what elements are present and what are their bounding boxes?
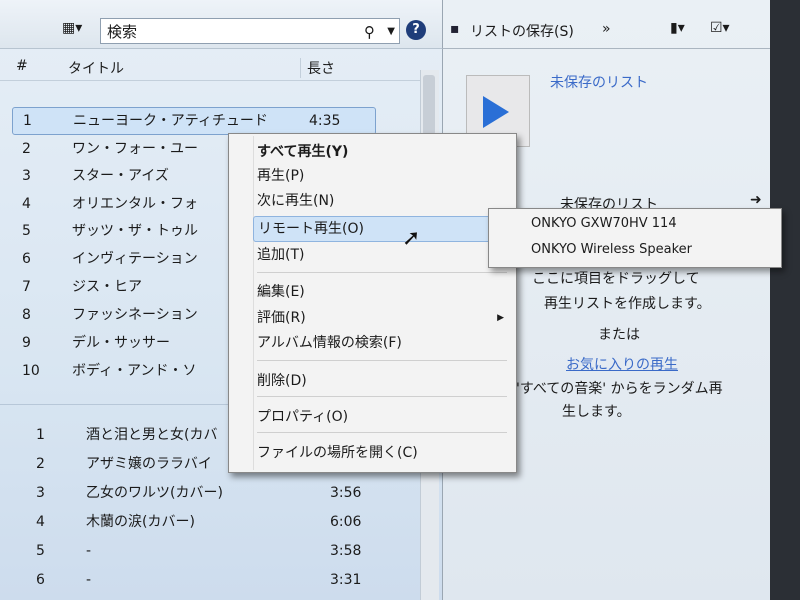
drag-hint-1: ここに項目をドラッグして [532, 271, 700, 287]
track-row[interactable]: 4 木蘭の涙(カバー) 6:06 [0, 509, 420, 535]
track-number: 3 [36, 485, 45, 501]
track-title: ニューヨーク・アティチュード [73, 113, 268, 129]
track-title: 乙女のワルツ(カバー) [86, 485, 223, 501]
col-num[interactable]: # [16, 58, 28, 74]
col-length[interactable]: 長さ [300, 58, 335, 78]
track-row[interactable]: 6 - 3:31 [0, 567, 420, 593]
track-title: ザッツ・ザ・トゥル [72, 223, 198, 239]
remote-play-submenu: ONKYO GXW70HV 114 ONKYO Wireless Speaker [488, 208, 782, 268]
track-number: 4 [22, 196, 31, 212]
view-options-icon[interactable]: ▦▾ [62, 20, 82, 36]
track-title: ジス・ヒア [72, 279, 142, 295]
track-number: 4 [36, 514, 45, 530]
chevron-down-icon[interactable]: ▼ [387, 19, 395, 45]
track-title: - [86, 572, 92, 588]
menu-rate[interactable]: 評価(R) ▶ [253, 306, 512, 330]
track-number: 10 [22, 363, 40, 379]
menu-play[interactable]: 再生(P) [253, 164, 512, 188]
track-number: 2 [36, 456, 45, 472]
menu-open-file-location[interactable]: ファイルの場所を開く(C) [253, 441, 512, 465]
track-number: 5 [22, 223, 31, 239]
track-title: 木蘭の涙(カバー) [86, 514, 195, 530]
track-number: 7 [22, 279, 31, 295]
screen-bezel [770, 0, 800, 600]
track-title: スター・アイズ [72, 168, 169, 184]
shuffle-hint-2: 生します。 [562, 404, 631, 420]
play-favorites-link[interactable]: お気に入りの再生 [566, 354, 678, 374]
track-row[interactable]: 3 乙女のワルツ(カバー) 3:56 [0, 480, 420, 506]
menu-add[interactable]: 追加(T)▶ [253, 243, 512, 267]
list-toolbar: ▪ リストの保存(S) » ▮▾ ☑▾ [442, 16, 770, 48]
separator [257, 396, 507, 397]
track-number: 6 [36, 572, 45, 588]
divider [442, 48, 770, 49]
track-title: デル・サッサー [72, 335, 170, 351]
device-item[interactable]: ONKYO GXW70HV 114 [531, 216, 677, 231]
unsaved-list-title[interactable]: 未保存のリスト [550, 72, 648, 92]
menu-add-label: 追加(T) [257, 247, 305, 263]
track-length: 3:31 [330, 572, 362, 588]
save-list-button[interactable]: リストの保存(S) [470, 21, 574, 41]
track-number: 2 [22, 141, 31, 157]
track-title: オリエンタル・フォ [72, 196, 198, 212]
track-title: ファッシネーション [72, 307, 198, 323]
track-number: 1 [23, 113, 32, 129]
device-item[interactable]: ONKYO Wireless Speaker [531, 242, 692, 257]
track-length: 6:06 [330, 514, 362, 530]
menu-remote-play[interactable]: リモート再生(O)▶ [253, 216, 514, 242]
track-length: 3:56 [330, 485, 362, 501]
track-number: 1 [36, 427, 45, 443]
separator [257, 272, 507, 273]
separator [257, 360, 507, 361]
play-icon [483, 96, 509, 128]
col-title[interactable]: タイトル [68, 58, 124, 78]
track-number: 9 [22, 335, 31, 351]
column-header: # タイトル 長さ [0, 52, 420, 81]
submenu-arrow-icon: ▶ [497, 313, 504, 323]
scrollbar-thumb[interactable] [423, 75, 435, 135]
menu-properties[interactable]: プロパティ(O) [253, 405, 512, 429]
track-row[interactable]: 5 - 3:58 [0, 538, 420, 564]
arrow-right-icon[interactable]: ➜ [750, 192, 762, 208]
help-icon[interactable]: ? [406, 20, 426, 40]
track-title: アザミ嬢のララバイ [86, 456, 212, 472]
mouse-cursor-icon: ➚ [402, 226, 421, 251]
save-icon: ▪ [450, 21, 460, 37]
track-title: 酒と泪と男と女(カバ [86, 427, 218, 443]
search-placeholder: 検索 [107, 23, 138, 41]
list-options-icon[interactable]: ☑▾ [710, 20, 730, 36]
playlist-options-icon[interactable]: ▮▾ [670, 20, 685, 36]
search-icon[interactable]: ⚲ [364, 19, 375, 45]
menu-play-next[interactable]: 次に再生(N) [253, 189, 512, 213]
menu-find-album-info[interactable]: アルバム情報の検索(F) [253, 331, 512, 355]
track-number: 6 [22, 251, 31, 267]
menu-delete[interactable]: 削除(D) [253, 369, 512, 393]
drag-hint-2: 再生リストを作成します。 [544, 296, 711, 312]
track-title: ワン・フォー・ユー [72, 141, 198, 157]
menu-rate-label: 評価(R) [257, 310, 306, 326]
track-title: - [86, 543, 92, 559]
menu-play-all[interactable]: すべて再生(Y) [253, 140, 512, 164]
track-number: 5 [36, 543, 45, 559]
toolbar: ▦▾ 検索 ⚲ ▼ ? [0, 0, 442, 49]
more-button[interactable]: » [602, 21, 611, 37]
or-label: または [598, 327, 640, 343]
track-length: 4:35 [309, 113, 341, 129]
search-input[interactable]: 検索 ⚲ ▼ [100, 18, 400, 44]
context-menu: すべて再生(Y) 再生(P) 次に再生(N) リモート再生(O)▶ 追加(T)▶… [228, 133, 517, 473]
track-row[interactable]: 1 ニューヨーク・アティチュード 4:35 [12, 107, 376, 135]
track-title: ボディ・アンド・ソ [72, 363, 197, 379]
track-number: 8 [22, 307, 31, 323]
track-number: 3 [22, 168, 31, 184]
separator [257, 432, 507, 433]
shuffle-hint-1: 'すべての音楽' からをランダム再 [516, 381, 723, 397]
menu-remote-play-label: リモート再生(O) [258, 221, 364, 237]
menu-edit[interactable]: 編集(E) [253, 280, 512, 304]
track-length: 3:58 [330, 543, 362, 559]
track-title: インヴィテーション [72, 251, 198, 267]
